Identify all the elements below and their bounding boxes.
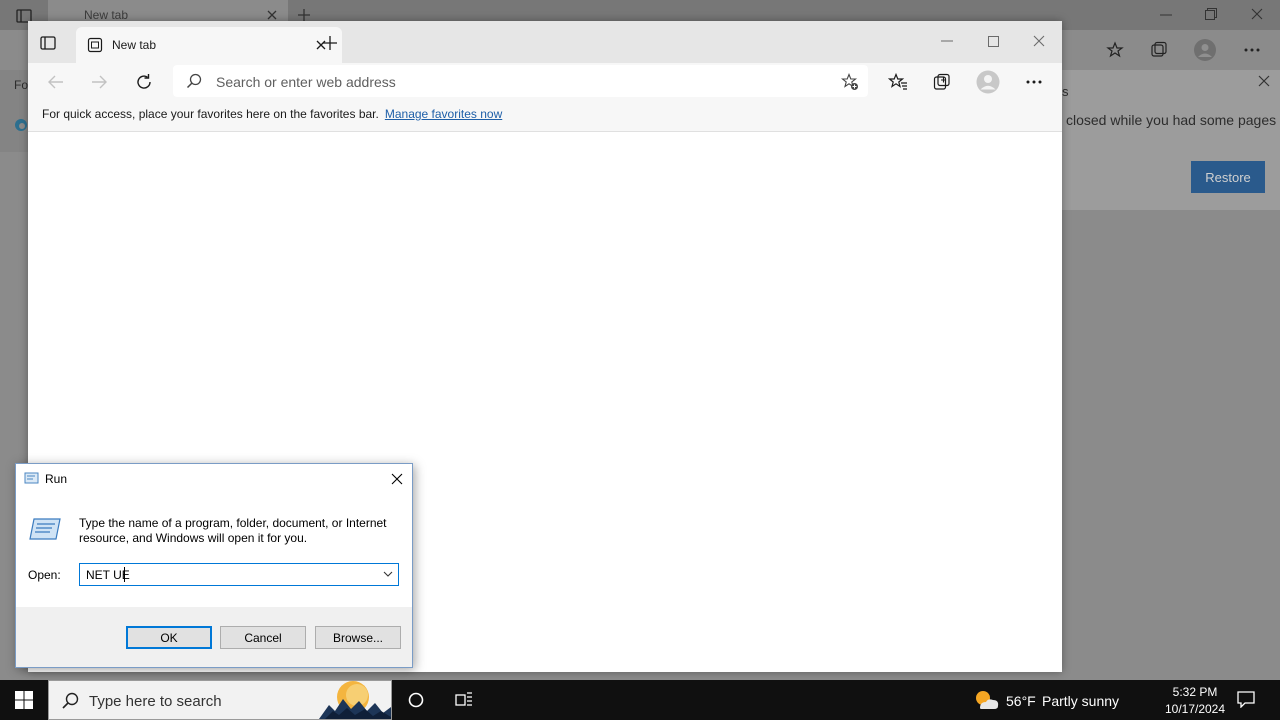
background-profile-icon[interactable] [1194, 39, 1216, 61]
background-panel-close-icon[interactable] [1258, 75, 1270, 87]
system-clock[interactable]: 5:32 PM 10/17/2024 [1150, 683, 1240, 717]
chevron-down-icon[interactable] [382, 568, 394, 580]
run-dialog-titlebar[interactable]: Run [16, 464, 412, 494]
run-close-button[interactable] [387, 470, 407, 488]
background-restore-button[interactable]: Restore [1191, 161, 1265, 193]
browse-button[interactable]: Browse... [315, 626, 401, 649]
ok-button[interactable]: OK [126, 626, 212, 649]
background-toolbar [1062, 30, 1280, 70]
weather-widget[interactable]: 56°F Partly sunny [970, 684, 1130, 716]
favorites-hint-text: For quick access, place your favorites h… [42, 107, 379, 121]
partly-sunny-icon [972, 688, 1000, 712]
cancel-button[interactable]: Cancel [220, 626, 306, 649]
background-tab-close-icon[interactable] [266, 9, 278, 21]
favorites-bar-hint: For quick access, place your favorites h… [42, 107, 502, 121]
taskbar-search-box[interactable]: Type here to search [48, 680, 392, 720]
add-favorite-icon[interactable] [841, 73, 859, 91]
taskbar-search-placeholder: Type here to search [89, 693, 222, 710]
cortana-icon[interactable] [400, 684, 432, 716]
notification-center-icon[interactable] [1236, 690, 1258, 710]
background-panel-title: s [1062, 84, 1069, 99]
background-edge-logo-icon [14, 118, 28, 132]
run-description: Type the name of a program, folder, docu… [79, 516, 387, 545]
background-new-tab-icon[interactable] [297, 8, 311, 22]
forward-button[interactable] [85, 69, 113, 95]
tab-new-tab[interactable]: New tab [76, 27, 342, 63]
background-minimize-icon[interactable] [1160, 14, 1172, 16]
search-icon [61, 692, 79, 710]
maximize-button[interactable] [970, 27, 1016, 55]
new-tab-page-icon [87, 37, 103, 53]
back-button[interactable] [42, 69, 70, 95]
clock-date: 10/17/2024 [1164, 702, 1226, 716]
browser-toolbar: Search or enter web address [28, 63, 1062, 101]
taskbar: Type here to search 56°F Partly sunny 5:… [0, 680, 1280, 720]
tab-strip: New tab [28, 21, 1062, 63]
run-dialog-footer: OK Cancel Browse... [16, 607, 412, 667]
favorites-bar: For quick access, place your favorites h… [28, 101, 1062, 132]
tab-actions-icon[interactable] [40, 35, 60, 55]
close-window-button[interactable] [1016, 27, 1062, 55]
background-close-window-icon[interactable] [1251, 8, 1263, 20]
background-sidebar-label: Fo [14, 78, 29, 92]
text-caret [124, 567, 125, 582]
weather-condition: Partly sunny [1042, 693, 1120, 709]
run-dialog-title: Run [45, 472, 68, 486]
run-dialog: Run Type the name of a program, folder, … [15, 463, 413, 668]
search-highlight-illustration-icon [319, 681, 391, 719]
weather-temperature: 56°F [1006, 693, 1036, 709]
manage-favorites-link[interactable]: Manage favorites now [385, 107, 502, 121]
open-label: Open: [28, 568, 61, 582]
favorites-button[interactable] [884, 69, 912, 95]
clock-time: 5:32 PM [1172, 685, 1218, 699]
address-placeholder: Search or enter web address [216, 74, 396, 90]
tab-title: New tab [112, 38, 157, 52]
open-combobox[interactable]: NET UE [79, 563, 399, 586]
search-icon [186, 73, 202, 89]
background-collections-icon[interactable] [1150, 41, 1168, 59]
collections-button[interactable] [928, 69, 956, 95]
minimize-button[interactable] [924, 27, 970, 55]
run-program-icon [28, 516, 62, 542]
background-restore-pages-panel: s closed while you had some pages Restor… [1062, 70, 1280, 210]
background-sidebar: Fo [0, 70, 28, 152]
address-bar[interactable]: Search or enter web address [173, 65, 868, 97]
background-panel-message: closed while you had some pages [1066, 112, 1277, 128]
profile-button[interactable] [974, 69, 1002, 95]
background-tab-title: New tab [84, 8, 129, 22]
windows-logo-icon [15, 691, 33, 709]
settings-more-button[interactable] [1020, 69, 1048, 95]
new-tab-button[interactable] [322, 35, 342, 55]
run-title-icon [24, 472, 40, 486]
task-view-icon[interactable] [448, 684, 480, 716]
refresh-button[interactable] [130, 69, 158, 95]
start-button[interactable] [0, 680, 48, 720]
background-more-icon[interactable] [1244, 48, 1260, 52]
background-restore-window-icon[interactable] [1205, 8, 1217, 20]
background-favorites-icon[interactable] [1106, 41, 1124, 59]
